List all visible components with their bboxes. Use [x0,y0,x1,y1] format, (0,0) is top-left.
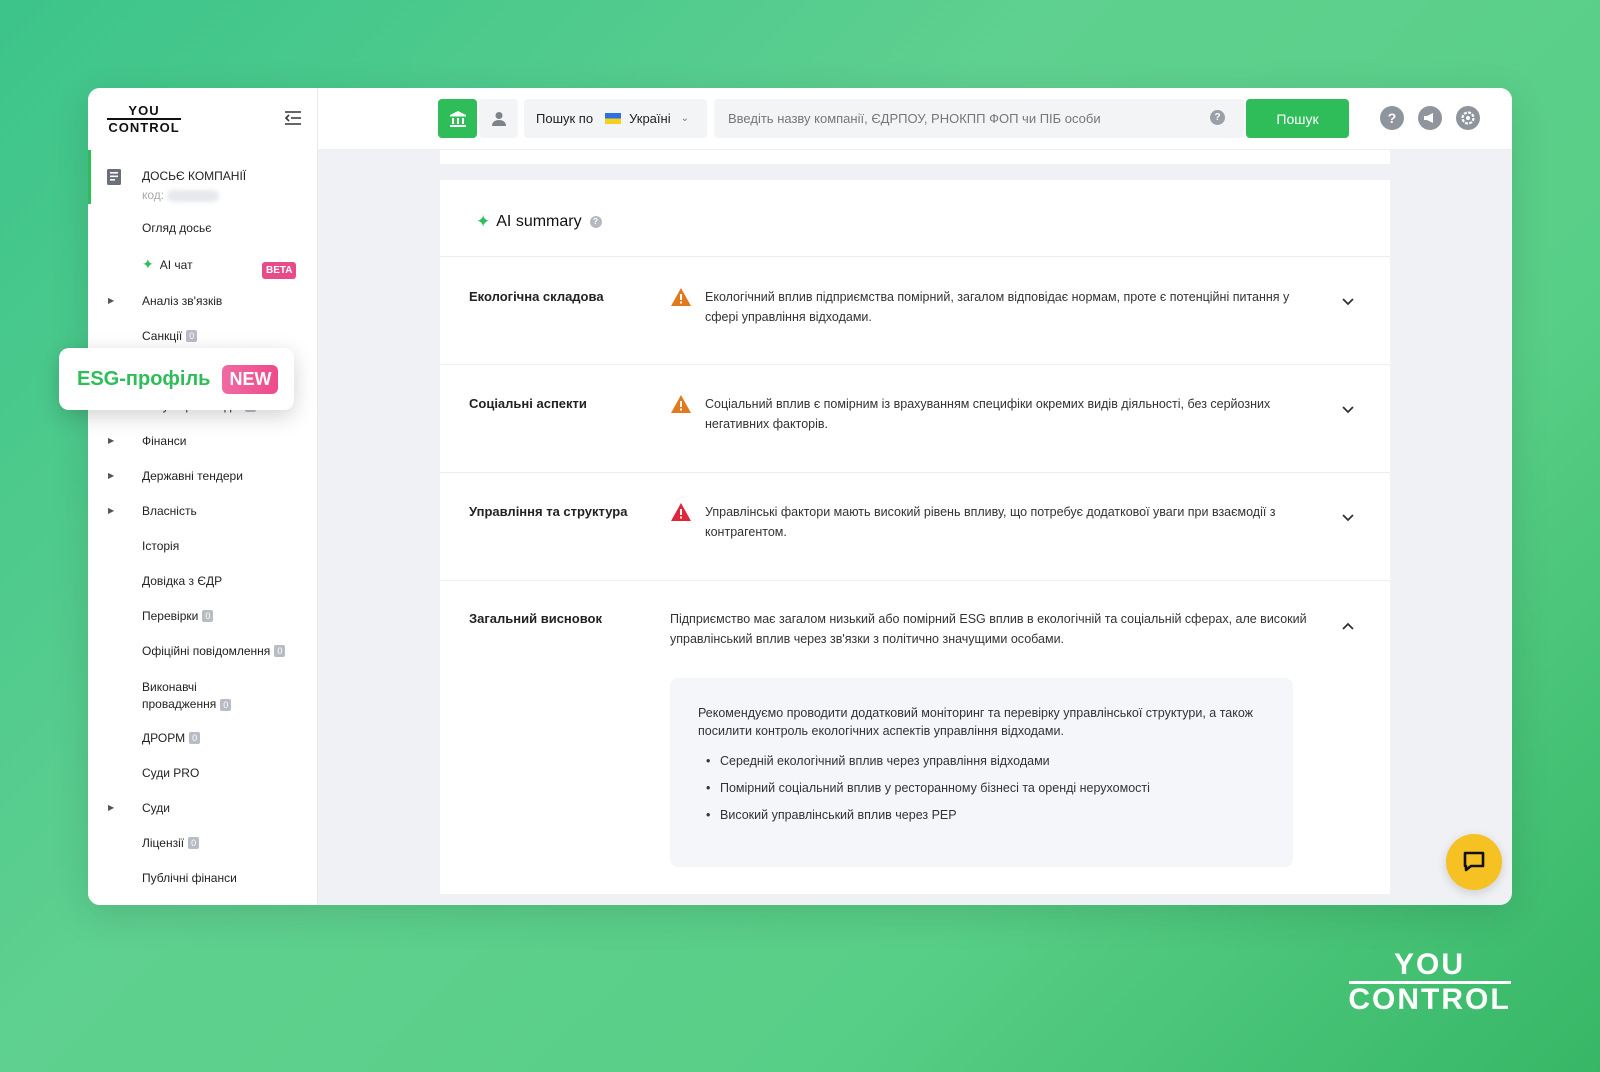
sidebar-item-licenses[interactable]: Ліцензії 0 [142,836,200,850]
row-label: Соціальні аспекти [469,396,587,411]
dossier-title: ДОСЬЄ КОМПАНІЇ [142,169,247,183]
row-text: Екологічний вплив підприємства помірний,… [705,290,1290,324]
row-label: Управління та структура [469,504,628,519]
person-icon [491,111,506,126]
sidebar-item-tenders[interactable]: ▶ Державні тендери [108,469,243,483]
row-text: Соціальний вплив є помірним із врахуванн… [705,397,1271,431]
expand-caret-icon[interactable]: ▶ [108,803,114,812]
sidebar-item-sanctions[interactable]: Санкції 0 [142,329,198,343]
help-icon[interactable]: ? [1380,106,1404,130]
sidebar-item-history[interactable]: Історія [142,539,179,553]
sidebar-item-public-finance[interactable]: Публічні фінанси [142,871,237,885]
search-help-icon[interactable]: ? [1210,110,1225,125]
sidebar-item-enforcement[interactable]: Виконавчі провадження 0 [142,679,232,713]
sidebar-item-links[interactable]: ▶ Аналіз зв'язків [108,294,222,308]
settings-gear-icon[interactable] [1456,106,1480,130]
sidebar-item-official-notices[interactable]: Офіційні повідомлення 0 [142,644,286,658]
warning-medium-icon [671,395,691,413]
expand-caret-icon[interactable]: ▶ [108,471,114,480]
count-badge: 0 [188,837,200,849]
sidebar-item-inspections[interactable]: Перевірки 0 [142,609,214,623]
search-button[interactable]: Пошук [1246,99,1349,138]
row-label: Екологічна складова [469,289,604,304]
row-text: Управлінські фактори мають високий рівен… [705,505,1276,539]
warning-high-icon [671,503,691,521]
info-icon[interactable]: ? [589,216,602,228]
ukraine-flag-icon [605,113,622,124]
list-item: Помірний соціальний вплив у ресторанному… [698,775,1265,802]
chevron-down-icon: ⌄ [680,113,689,124]
dossier-code: код: [142,188,220,202]
app-window: YOU CONTROL ДОСЬЄ КОМПАНІЇ код: Огляд до… [88,88,1512,905]
chevron-down-icon[interactable] [1342,405,1354,415]
sidebar-item-drorm[interactable]: ДРОРМ 0 [142,731,201,745]
count-badge: 0 [186,330,198,342]
dossier-icon [106,168,122,186]
sidebar-item-ai-chat[interactable]: ✦ AI чат [142,256,193,273]
chat-bubble-icon [1463,851,1485,872]
sidebar-item-overview[interactable]: Огляд досьє [142,221,211,235]
ai-summary-title: ✦ AI summary ? [476,212,602,232]
recommendation-box: Рекомендуємо проводити додатковий моніто… [670,678,1293,867]
sidebar-item-finance[interactable]: ▶ Фінанси [108,434,186,448]
summary-row-ecology[interactable]: Екологічна складова Екологічний вплив пі… [440,256,1390,364]
chevron-down-icon[interactable] [1342,513,1354,523]
chevron-down-icon[interactable] [1342,297,1354,307]
brand-logo: YOU CONTROL [1348,948,1511,1016]
sidebar-item-courts[interactable]: ▶ Суди [108,801,170,815]
expand-caret-icon[interactable]: ▶ [108,506,114,515]
sparkle-icon: ✦ [476,212,491,231]
count-badge: 0 [202,610,214,622]
bank-icon [449,110,466,127]
expand-caret-icon[interactable]: ▶ [108,296,114,305]
ai-summary-card: ✦ AI summary ? Екологічна складова Еколо… [440,180,1390,894]
summary-row-governance[interactable]: Управління та структура Управлінські фак… [440,472,1390,580]
sidebar-item-edr[interactable]: Довідка з ЄДР [142,574,222,588]
row-label: Загальний висновок [469,611,602,626]
previous-card-bottom [440,150,1390,164]
count-badge: 0 [220,699,232,711]
sidebar: YOU CONTROL ДОСЬЄ КОМПАНІЇ код: Огляд до… [88,88,318,905]
esg-profile-callout[interactable]: ESG-профіль NEW [59,348,294,410]
collapse-sidebar-icon[interactable] [284,110,302,126]
top-header: Пошук по Україні ⌄ ? Пошук ? [318,88,1512,150]
sidebar-item-ownership[interactable]: ▶ Власність [108,504,197,518]
count-badge: 0 [274,645,286,657]
count-badge: 0 [189,732,201,744]
expand-caret-icon[interactable]: ▶ [108,436,114,445]
beta-badge: BETA [262,262,297,279]
warning-medium-icon [671,288,691,306]
recommendation-list: Середній екологічний вплив через управлі… [698,748,1265,829]
esg-profile-label: ESG-профіль [77,367,211,390]
new-badge: NEW [222,364,279,394]
search-input[interactable] [714,99,1244,138]
support-chat-button[interactable] [1446,834,1502,890]
sparkle-icon: ✦ [142,256,154,272]
summary-row-social[interactable]: Соціальні аспекти Соціальний вплив є пом… [440,364,1390,472]
list-item: Середній екологічний вплив через управлі… [698,748,1265,775]
megaphone-icon[interactable] [1418,106,1442,130]
search-person-toggle[interactable] [479,99,518,138]
search-company-toggle[interactable] [438,99,477,138]
recommendation-text: Рекомендуємо проводити додатковий моніто… [698,706,1254,738]
sidebar-item-courts-pro[interactable]: Суди PRO [142,766,199,780]
conclusion-text: Підприємство має загалом низький або пом… [670,612,1307,646]
chevron-up-icon[interactable] [1342,621,1354,631]
list-item: Високий управлінський вплив через PEP [698,802,1265,829]
youcontrol-logo[interactable]: YOU CONTROL [106,104,182,134]
search-scope-select[interactable]: Пошук по Україні ⌄ [524,99,707,138]
